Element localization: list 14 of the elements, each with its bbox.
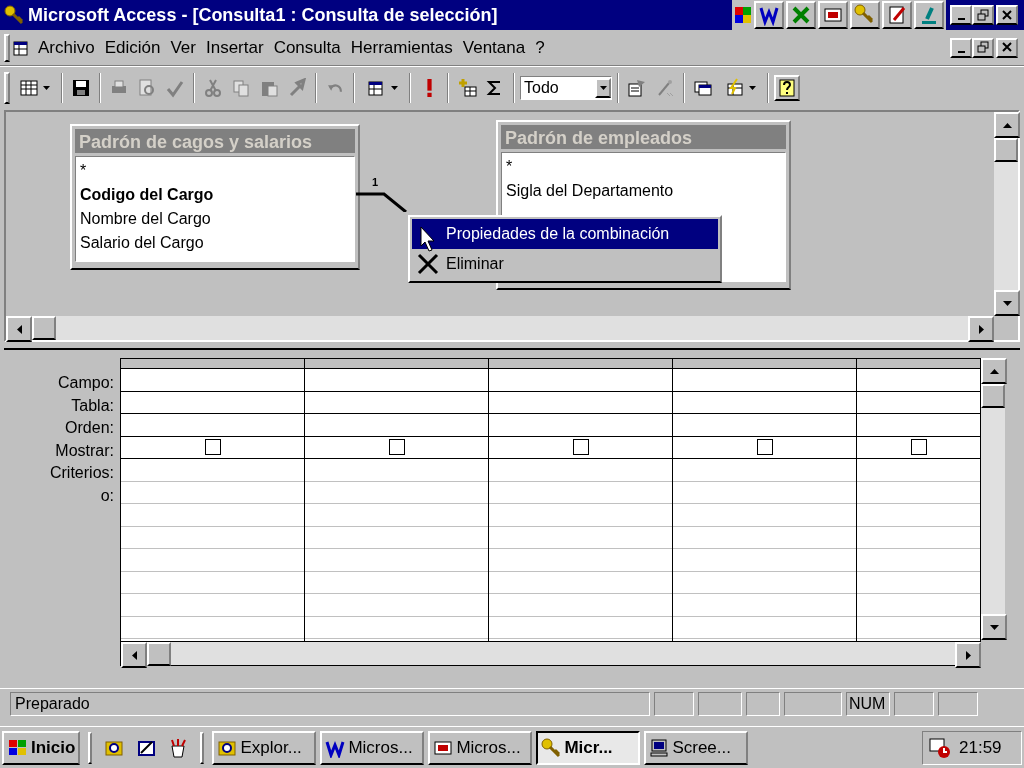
field-list-title: Padrón de cagos y salarios bbox=[75, 129, 355, 153]
join-label: 1 bbox=[372, 175, 379, 190]
row-label: Mostrar: bbox=[55, 440, 114, 461]
row-label: Criterios: bbox=[50, 463, 114, 483]
row-label: Orden: bbox=[65, 418, 114, 438]
row-label: Campo: bbox=[57, 373, 114, 393]
row-label: o: bbox=[100, 485, 114, 506]
status-text: Preparado bbox=[10, 691, 650, 716]
field-list-title: Padrón de empleados bbox=[501, 125, 786, 149]
row-label: Tabla: bbox=[71, 395, 114, 416]
window-title: Microsoft Access - [Consulta1 : Consulta de selección] bbox=[28, 3, 498, 27]
num-lock-indicator: NUM bbox=[846, 691, 890, 716]
clock: 21:59 bbox=[959, 736, 1002, 759]
combo-value: Todo bbox=[523, 77, 560, 98]
